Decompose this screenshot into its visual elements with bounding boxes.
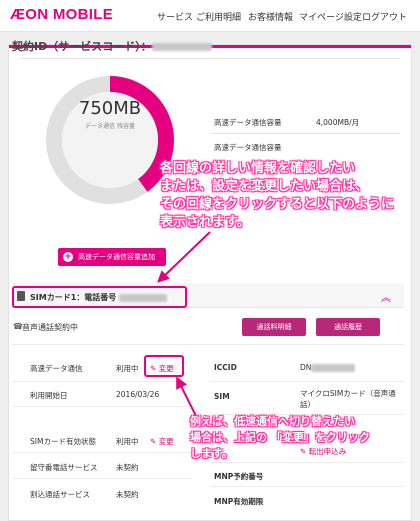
- annotation-text-1-line4: 表示されます。: [160, 215, 250, 230]
- annotation-text-1-line3: その回線をクリックすると以下のように: [160, 197, 395, 212]
- annotation-text-1-line1: 各回線の詳しい情報を確認したい: [160, 161, 356, 176]
- annotation-text-2-line3: します。: [190, 447, 233, 460]
- annotation-text-2-line1: 例えば、低速通信へ切り替えたい: [190, 415, 355, 428]
- arrow-to-sim-row: [157, 231, 211, 283]
- annotation-text-2-line2: 場合は、上記の 「変更」をクリック: [190, 431, 370, 444]
- annotation-text-1-line2: または、設定を変更したい場合は、: [160, 179, 369, 194]
